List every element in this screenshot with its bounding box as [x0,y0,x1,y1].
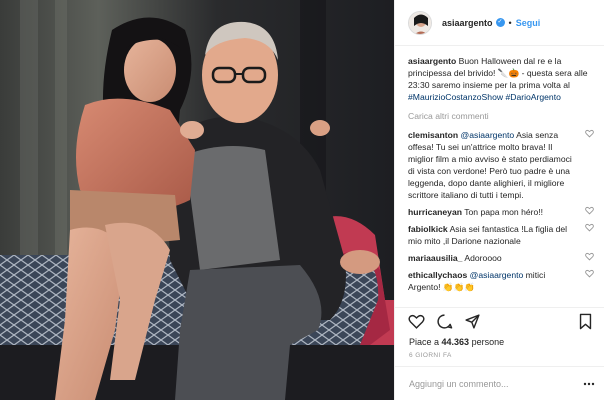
post-details-panel: asiaargento ✓ • Segui asiaargento Buon H… [394,0,604,400]
comment-mention[interactable]: @asiaargento [470,270,524,280]
post-image [0,0,394,400]
comment-item: hurricaneyan Ton papa mon héro!! [408,206,594,218]
comment-text: Asia senza offesa! Tu sei un'attrice mol… [408,130,572,200]
bookmark-icon[interactable] [577,313,594,330]
add-comment-bar [395,366,604,400]
comment-input[interactable] [409,377,569,391]
comment-username[interactable]: fabiolkick [408,224,448,234]
author-username[interactable]: asiaargento [442,18,493,28]
post-date[interactable]: 6 GIORNI FA [409,352,452,359]
likes-suffix: persone [469,337,505,347]
comment-username[interactable]: hurricaneyan [408,207,462,217]
caption-emoji: 🔪🎃 [497,68,520,78]
share-icon[interactable] [464,313,481,330]
comments-list[interactable]: asiaargento Buon Halloween dal re e la p… [395,55,604,307]
post-photo[interactable] [0,0,394,400]
comment-username[interactable]: ethicallychaos [408,270,467,280]
comment-like-heart-icon[interactable] [585,252,594,261]
verified-badge-icon: ✓ [495,18,505,27]
likes-prefix: Piace a [409,337,442,347]
comment-username[interactable]: clemisanton [408,130,458,140]
comment-item: mariaausilia_ Adoroooo [408,252,594,264]
heart-icon[interactable] [408,313,425,330]
hashtag-link[interactable]: #MaurizioCostanzoShow [408,92,503,102]
avatar[interactable] [408,10,432,35]
comment-like-heart-icon[interactable] [585,269,594,278]
comment-item: clemisanton @asiaargento Asia senza offe… [408,129,594,201]
comment-item: ethicallychaos @asiaargento mitici Argen… [408,269,594,293]
follow-button[interactable]: Segui [516,18,541,28]
comment-username[interactable]: mariaausilia_ [408,253,462,263]
hashtag-link[interactable]: #DarioArgento [505,92,560,102]
post-header: asiaargento ✓ • Segui [395,0,604,46]
comment-icon[interactable] [436,313,453,330]
comment-like-heart-icon[interactable] [585,223,594,232]
caption-username[interactable]: asiaargento [408,56,456,66]
likes-number: 44.363 [441,337,470,347]
comment-text: Ton papa mon héro!! [461,207,544,217]
comment-text: Adoroooo [462,253,502,263]
post-actions-bar [395,307,604,335]
comment-item: fabiolkick Asia sei fantastica !La figli… [408,223,594,247]
comment-like-heart-icon[interactable] [585,129,594,138]
likes-count[interactable]: Piace a 44.363 persone [409,337,504,347]
load-more-comments-button[interactable]: Carica altri commenti [408,111,591,121]
comment-mention[interactable]: @asiaargento [461,130,515,140]
comment-like-heart-icon[interactable] [585,206,594,215]
header-separator: • [508,17,512,28]
more-options-icon[interactable] [583,379,595,389]
post-caption: asiaargento Buon Halloween dal re e la p… [408,55,591,103]
